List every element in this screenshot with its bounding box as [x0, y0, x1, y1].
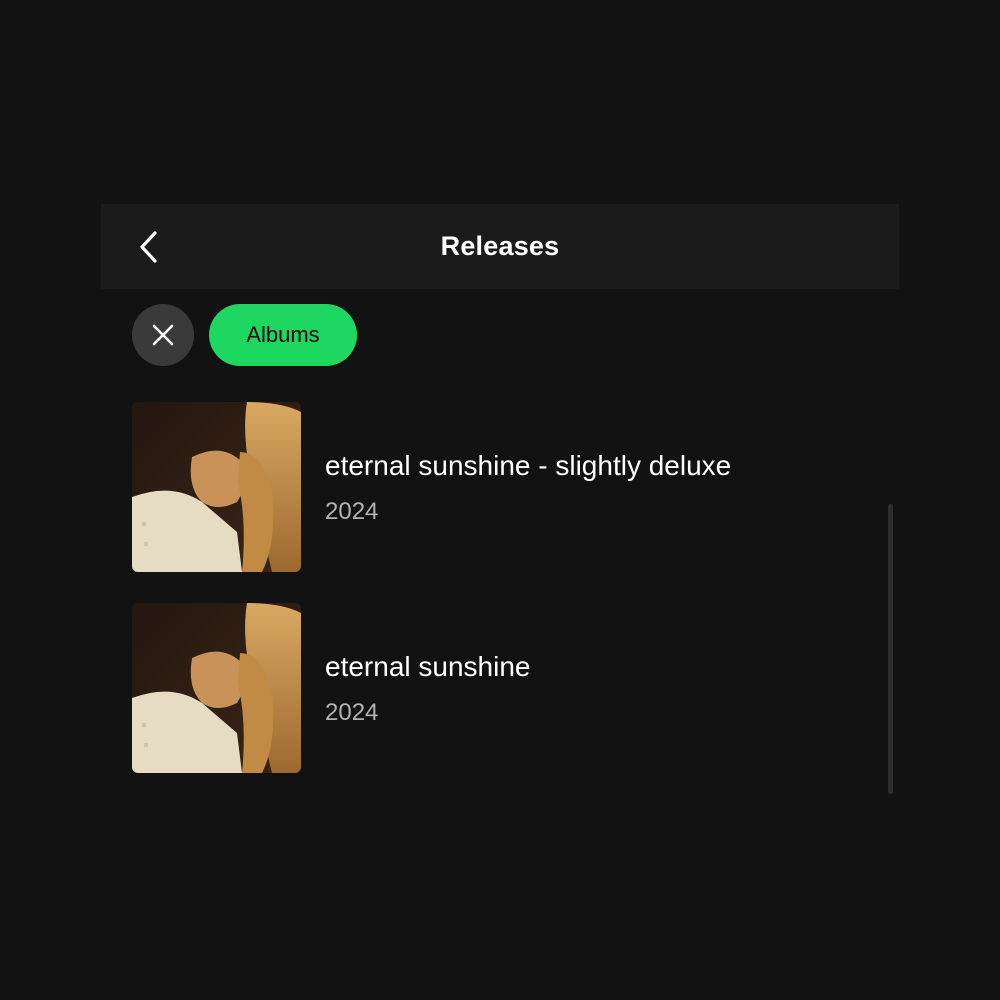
album-cover: [132, 402, 301, 572]
albums-filter-chip[interactable]: Albums: [209, 304, 357, 366]
scrollbar[interactable]: [888, 504, 893, 794]
release-item[interactable]: eternal sunshine - slightly deluxe 2024: [132, 402, 832, 572]
release-item[interactable]: eternal sunshine 2024: [132, 603, 832, 773]
top-bar: Releases: [101, 204, 899, 289]
release-title: eternal sunshine - slightly deluxe: [325, 450, 732, 481]
close-icon: [152, 324, 174, 346]
release-title: eternal sunshine: [325, 651, 531, 682]
release-year: 2024: [325, 498, 379, 525]
album-cover: [132, 603, 301, 773]
clear-filter-button[interactable]: [132, 304, 194, 366]
release-year: 2024: [325, 699, 379, 726]
page-title: Releases: [440, 231, 560, 261]
